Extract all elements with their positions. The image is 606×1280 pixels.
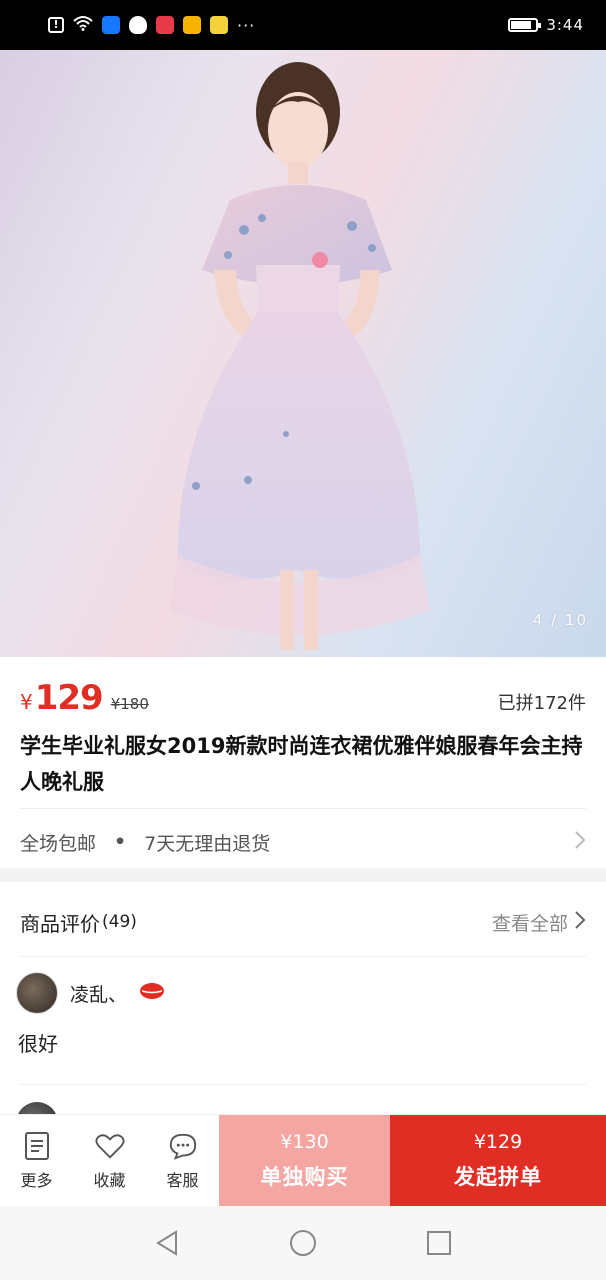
service-guarantees-row[interactable]: 全场包邮 • 7天无理由退货 xyxy=(20,822,586,862)
buy-alone-button[interactable]: ¥130 单独购买 xyxy=(219,1115,390,1206)
more-label: 更多 xyxy=(20,1170,53,1190)
review-item: 凌乱、 很好 xyxy=(16,972,586,1057)
return-policy-label: 7天无理由退货 xyxy=(144,832,271,855)
shield-app-icon xyxy=(102,16,120,34)
review-username: 凌乱、 xyxy=(70,983,128,1006)
product-detail-page: ! ··· 3:44 4 / 10 ¥ 129 ¥180 已拼172件 学生毕业… xyxy=(0,0,606,1280)
reviews-title: 商品评价 xyxy=(20,911,100,936)
system-navigation-bar xyxy=(0,1206,606,1280)
heart-icon xyxy=(94,1131,125,1161)
home-circle-icon[interactable] xyxy=(286,1226,320,1260)
battery-icon xyxy=(508,18,542,32)
section-separator xyxy=(0,868,606,882)
start-group-buy-button[interactable]: ¥129 发起拼单 xyxy=(390,1115,606,1206)
product-image-carousel[interactable]: 4 / 10 xyxy=(0,50,606,657)
solo-label: 单独购买 xyxy=(260,1164,349,1189)
divider xyxy=(20,1084,586,1085)
separator-dot: • xyxy=(114,831,127,853)
more-button[interactable]: 更多 xyxy=(0,1115,73,1206)
chevron-right-icon xyxy=(574,828,586,856)
solo-price: ¥130 xyxy=(280,1130,329,1153)
view-all-reviews-link[interactable]: 查看全部 xyxy=(492,908,586,936)
app-icon xyxy=(156,16,174,34)
product-title: 学生毕业礼服女2019新款时尚连衣裙优雅伴娘服春年会主持人晚礼服 xyxy=(20,734,583,794)
alert-icon: ! xyxy=(48,17,64,33)
sold-count: 已拼172件 xyxy=(497,693,586,714)
list-icon xyxy=(22,1131,52,1161)
reviews-count: (49) xyxy=(102,912,137,932)
currency-symbol: ¥ xyxy=(20,690,33,714)
lips-icon xyxy=(139,981,165,1006)
clock: 3:44 xyxy=(546,16,584,34)
reviews-header: 商品评价 (49) 查看全部 xyxy=(20,900,586,944)
penguin-icon xyxy=(129,16,147,34)
divider xyxy=(20,956,586,957)
more-dots-icon: ··· xyxy=(237,15,256,35)
current-price: 129 xyxy=(34,678,104,718)
status-bar: ! ··· 3:44 xyxy=(0,0,606,50)
image-counter: 4 / 10 xyxy=(532,611,588,629)
group-label: 发起拼单 xyxy=(454,1164,542,1189)
divider xyxy=(20,808,586,809)
original-price: ¥180 xyxy=(110,695,149,713)
review-text: 很好 xyxy=(18,1032,58,1056)
free-shipping-label: 全场包邮 xyxy=(20,832,97,855)
group-price: ¥129 xyxy=(473,1130,523,1153)
product-photo-dress xyxy=(170,62,430,650)
favorite-button[interactable]: 收藏 xyxy=(73,1115,146,1206)
fruit-app-icon xyxy=(210,16,228,34)
avatar xyxy=(16,972,58,1014)
customer-service-button[interactable]: 客服 xyxy=(146,1115,219,1206)
back-triangle-icon[interactable] xyxy=(150,1226,184,1260)
favorite-label: 收藏 xyxy=(93,1170,126,1190)
customer-service-label: 客服 xyxy=(166,1170,199,1190)
chat-bubble-icon xyxy=(168,1131,198,1161)
wifi-icon xyxy=(73,15,93,35)
bottom-action-bar: 更多 收藏 客服 ¥130 单独购买 ¥129 发起拼单 xyxy=(0,1114,606,1206)
weibo-icon xyxy=(183,16,201,34)
view-all-label: 查看全部 xyxy=(491,912,568,935)
chevron-right-icon xyxy=(574,908,586,936)
recents-square-icon[interactable] xyxy=(422,1226,456,1260)
price-row: ¥ 129 ¥180 已拼172件 xyxy=(20,678,586,718)
